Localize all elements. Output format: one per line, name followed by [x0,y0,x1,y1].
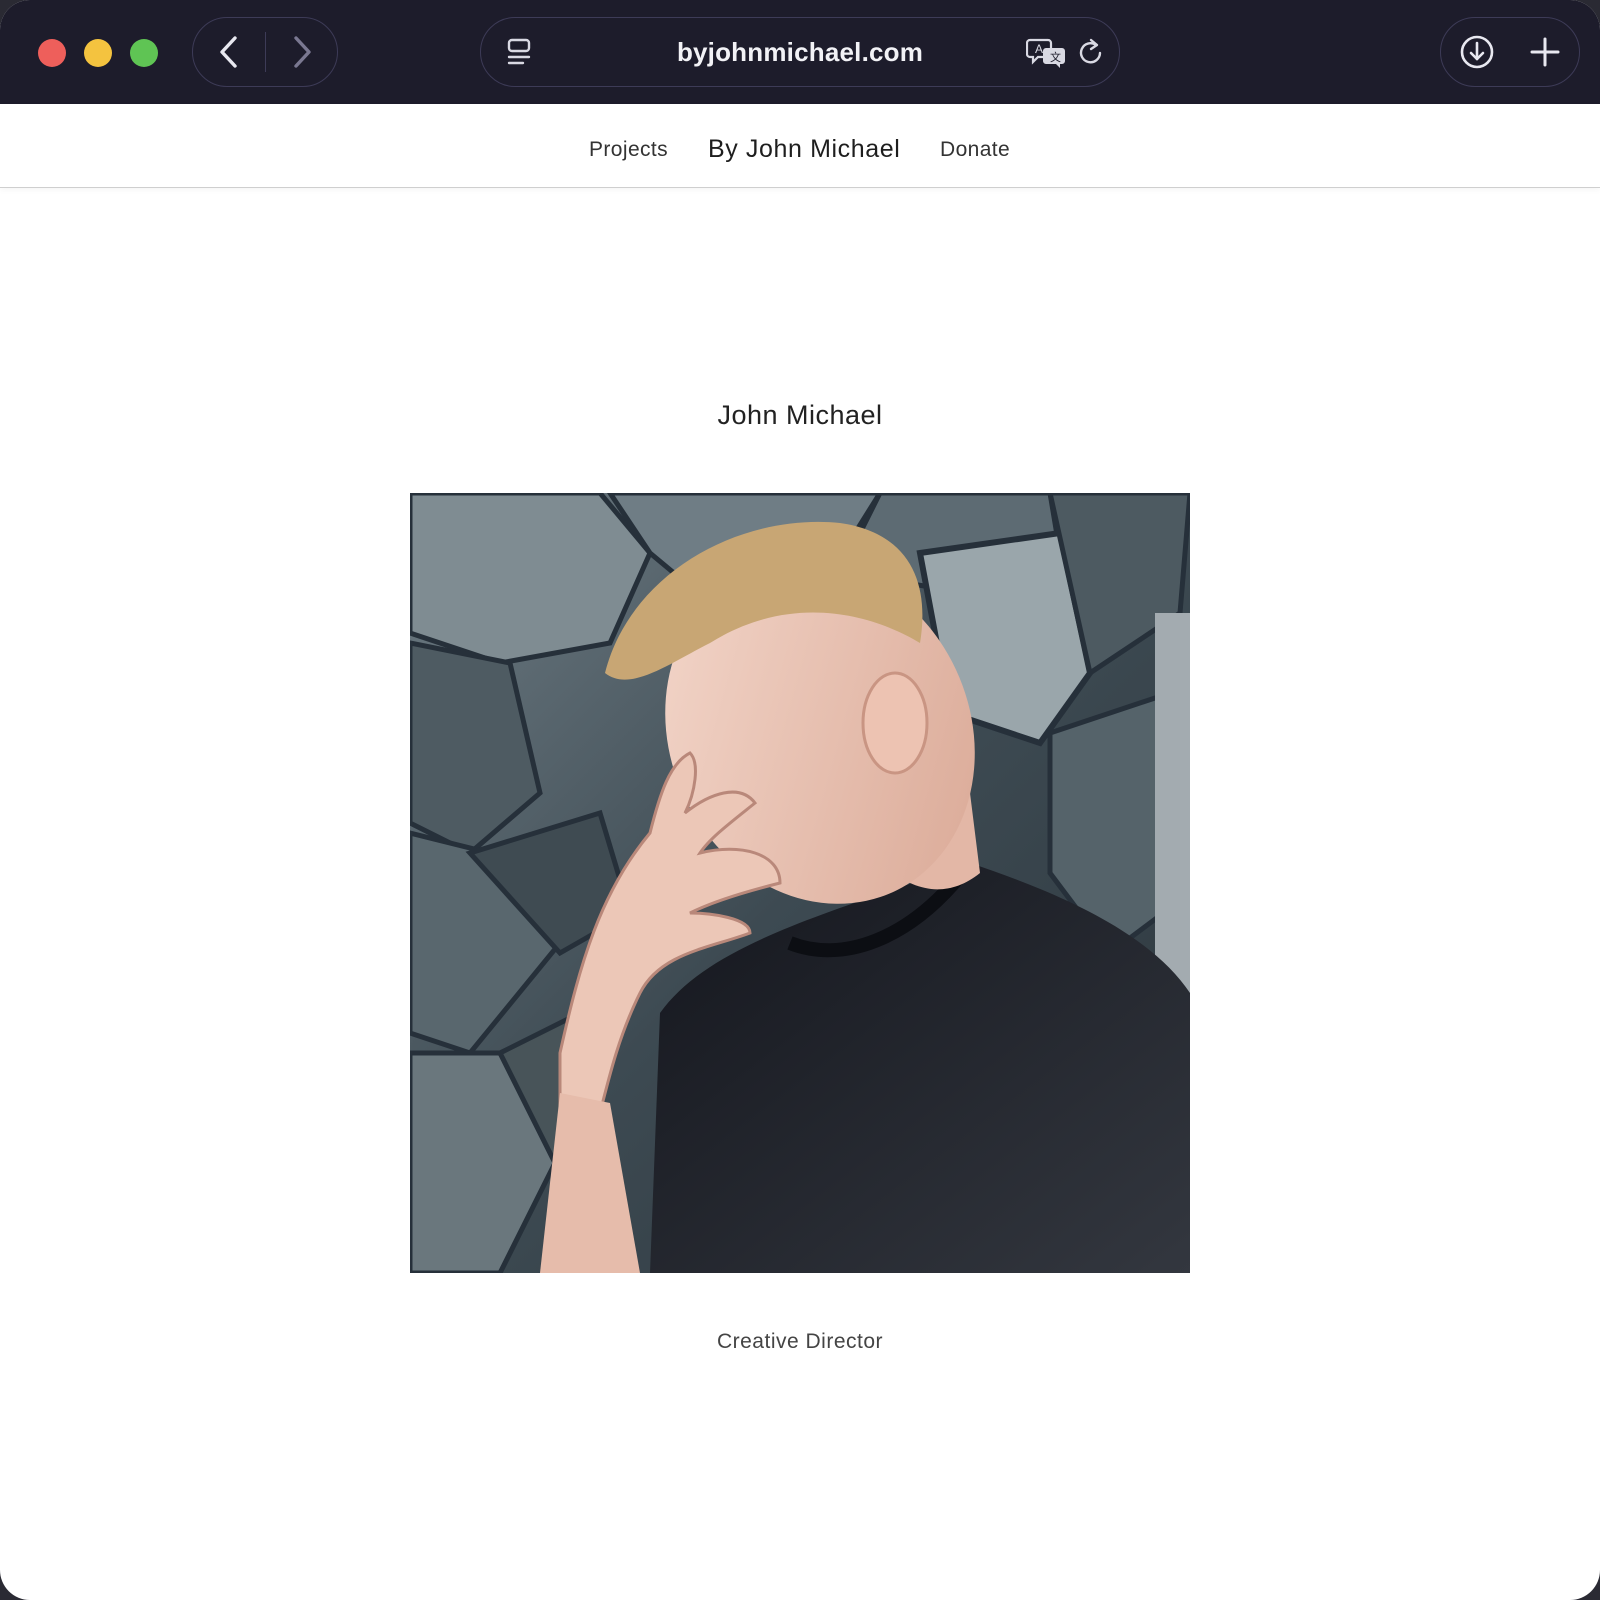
download-icon [1460,35,1494,69]
chevron-right-icon [294,36,311,68]
profile-role: Creative Director [716,1330,884,1353]
svg-text:A: A [1035,42,1043,56]
zoom-window-button[interactable] [130,39,158,67]
plus-icon [1530,37,1560,67]
navigation-controls [192,17,338,87]
new-tab-button[interactable] [1511,18,1579,86]
forward-button[interactable] [266,18,338,86]
downloads-button[interactable] [1443,18,1511,86]
profile-photo [410,493,1190,1273]
address-bar[interactable]: byjohnmichael.com A 文 [480,17,1120,87]
toolbar-actions [1440,17,1580,87]
translate-icon: A 文 [1026,38,1065,68]
svg-text:文: 文 [1050,50,1061,64]
browser-toolbar: byjohnmichael.com A 文 [0,0,1600,104]
minimize-window-button[interactable] [84,39,112,67]
nav-link-donate[interactable]: Donate [940,104,1010,188]
reload-button[interactable] [1071,18,1111,86]
nav-link-projects[interactable]: Projects [589,104,668,188]
site-brand-link[interactable]: By John Michael [708,104,900,188]
reload-icon [1079,38,1102,64]
site-navigation: Projects By John Michael Donate [0,104,1600,188]
chevron-left-icon [220,36,237,68]
back-button[interactable] [193,18,265,86]
translate-button[interactable]: A 文 [1023,18,1071,86]
profile-name: John Michael [717,400,883,430]
close-window-button[interactable] [38,39,66,67]
browser-window: byjohnmichael.com A 文 Projects By John M… [0,0,1600,1600]
